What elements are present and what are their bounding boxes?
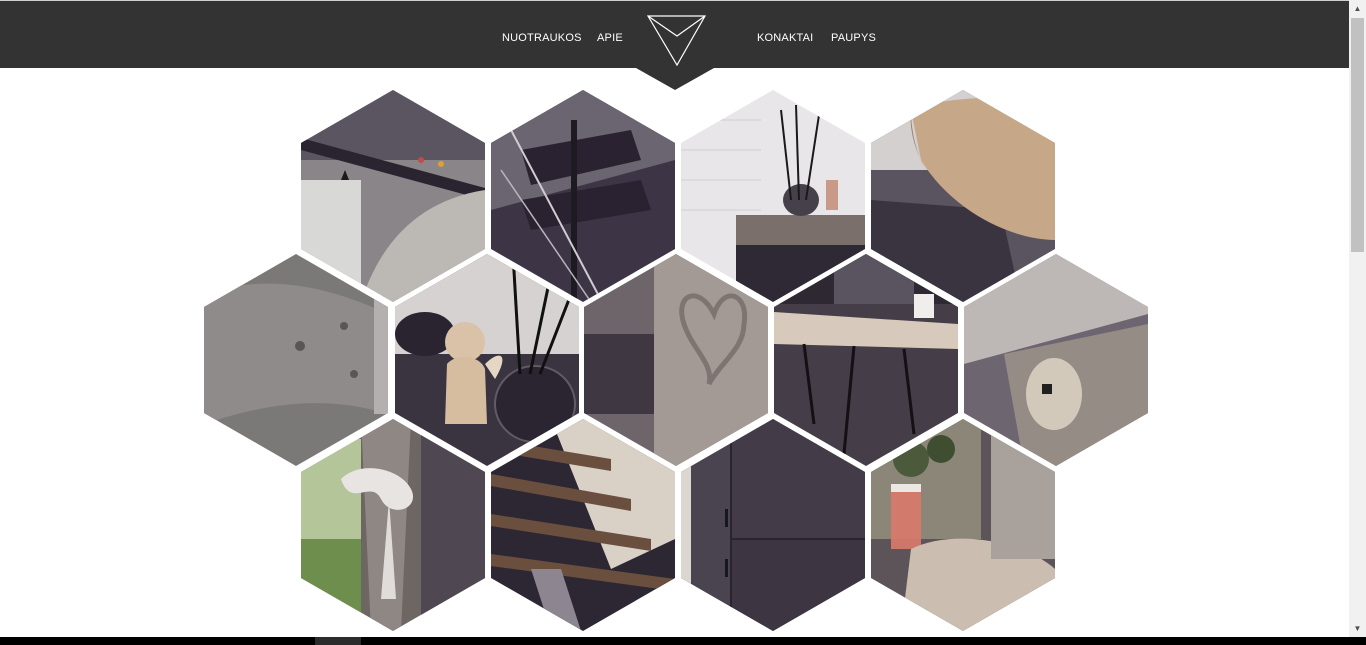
scroll-up-arrow-icon[interactable]: ▲ (1349, 0, 1366, 17)
gallery-photo-shelf[interactable] (301, 90, 485, 302)
scroll-down-arrow-icon[interactable]: ▼ (1349, 620, 1366, 637)
gallery-photo-coffee-table[interactable] (774, 254, 958, 466)
gallery-photo-curtain[interactable] (301, 419, 485, 631)
taskbar-strip (0, 637, 1366, 645)
gallery-photo-wooden-stairs[interactable] (491, 419, 675, 631)
gallery-photo-sofa[interactable] (204, 254, 388, 466)
gallery-photo-stairs-vase[interactable] (491, 90, 675, 302)
photo-gallery (0, 0, 1349, 637)
gallery-photo-cabinets[interactable] (681, 419, 865, 631)
gallery-photo-heart-wood[interactable] (584, 254, 768, 466)
taskbar-item[interactable] (315, 637, 361, 645)
gallery-photo-wall-lamp[interactable] (964, 254, 1148, 466)
gallery-photo-wood-table[interactable] (871, 90, 1055, 302)
gallery-photo-diffuser[interactable] (681, 90, 865, 302)
vertical-scrollbar[interactable]: ▲ ▼ (1349, 0, 1366, 637)
gallery-photo-window-plants[interactable] (871, 419, 1055, 631)
scrollbar-thumb[interactable] (1351, 18, 1364, 252)
gallery-photo-angel[interactable] (395, 254, 579, 466)
